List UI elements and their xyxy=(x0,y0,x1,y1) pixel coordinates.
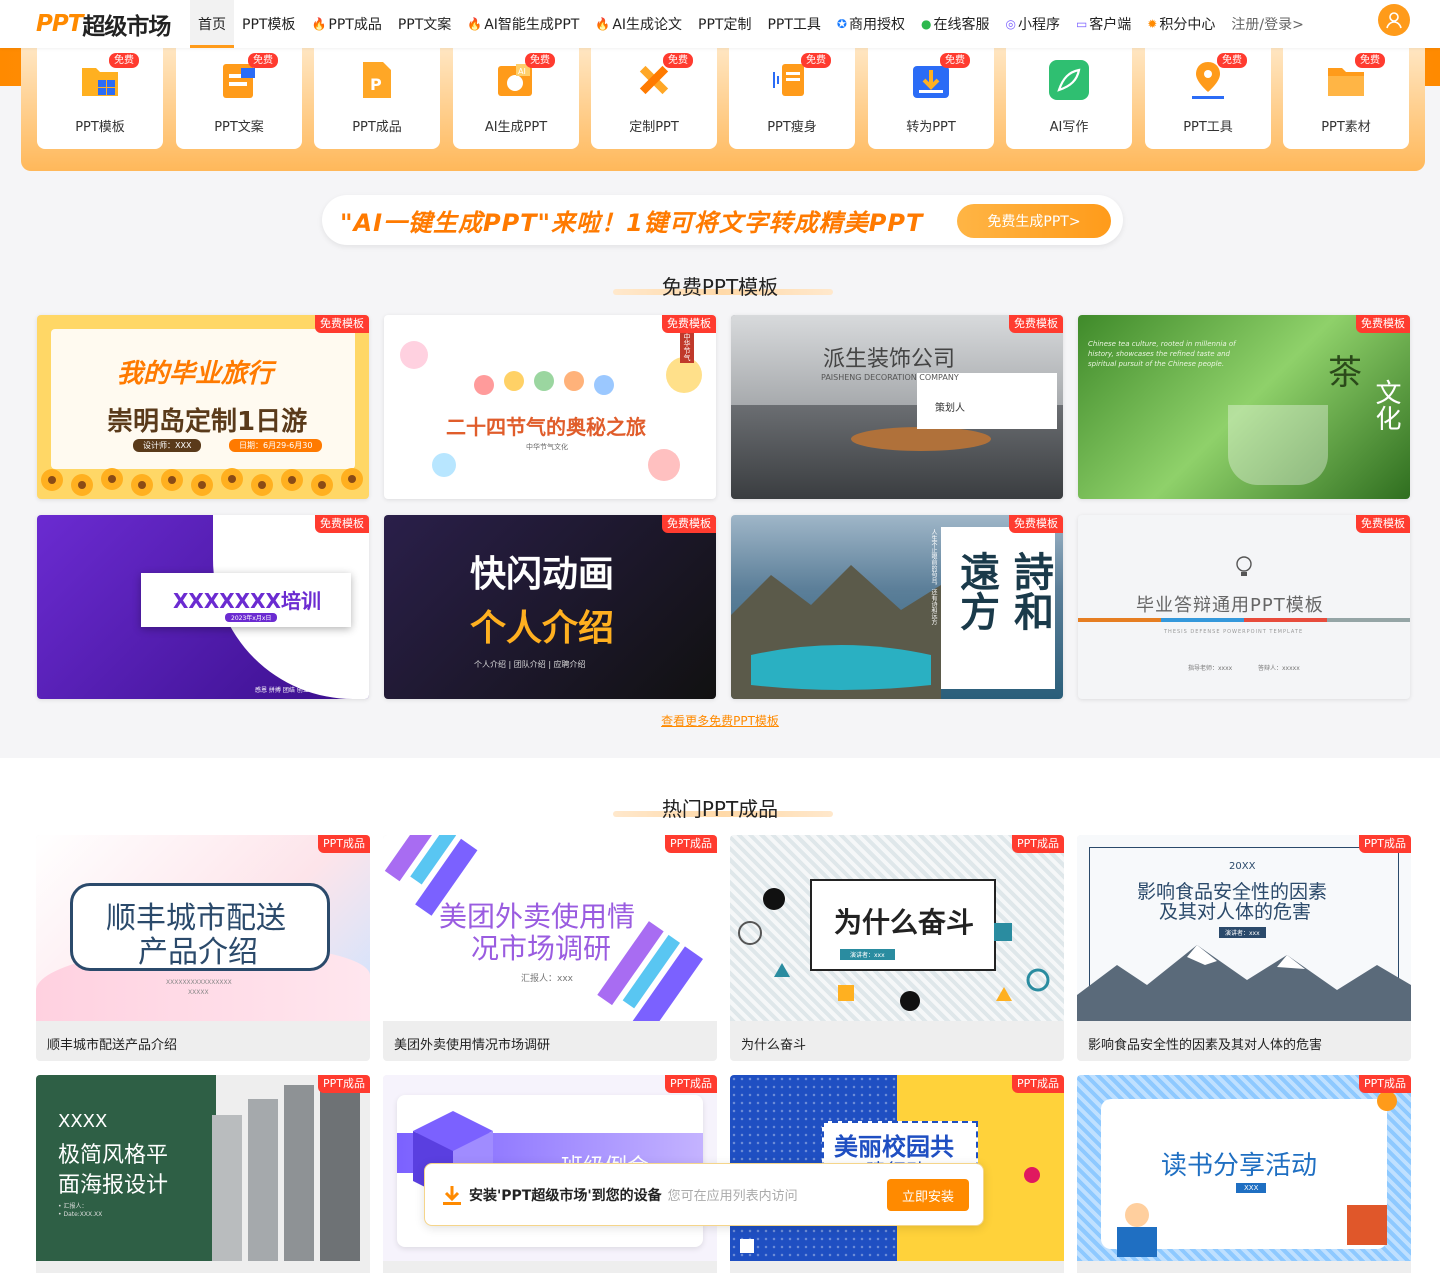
nav-item-ai-paper[interactable]: 🔥 AI生成论文 xyxy=(587,0,690,48)
category-ppt-tools[interactable]: 免费 PPT工具 xyxy=(1145,48,1271,149)
nav-item-ppt-products[interactable]: 🔥 PPT成品 xyxy=(303,0,389,48)
reading-kids-illustration xyxy=(1117,1091,1397,1257)
category-ppt-templates[interactable]: 免费 PPT模板 xyxy=(37,48,163,149)
product-badge: PPT成品 xyxy=(1359,835,1411,853)
category-convert-ppt[interactable]: 免费 转为PPT xyxy=(868,48,994,149)
template-card[interactable]: 免费模板 Chinese tea culture, rooted in mill… xyxy=(1078,315,1410,499)
template-card[interactable]: 免费模板 詩和 遠方 人生不止眼前的苟且，还有诗和远方 xyxy=(731,515,1063,699)
install-now-button[interactable]: 立即安装 xyxy=(887,1179,969,1211)
free-template-badge: 免费模板 xyxy=(1009,315,1063,333)
lightbulb-icon xyxy=(1234,555,1254,579)
free-badge: 免费 xyxy=(525,53,555,68)
product-card[interactable]: 顺丰城市配送 产品介绍 XXXXXXXXXXXXXXXX XXXXX PPT成品… xyxy=(36,835,370,1061)
ai-ppt-banner[interactable]: "AI一键生成PPT"来啦！1键可将文字转成精美PPT 免费生成PPT> xyxy=(322,195,1123,245)
template-card[interactable]: 免费模板 快闪动画 个人介绍 个人介绍 | 团队介绍 | 应聘介绍 xyxy=(384,515,716,699)
nav-item-ppt-templates[interactable]: PPT模板 xyxy=(234,0,303,48)
user-avatar-icon[interactable] xyxy=(1378,4,1410,36)
template-card[interactable]: 免费模板 二十四节气的奥秘之旅 中华节气文化 中华节气 xyxy=(384,315,716,499)
nav-item-ai-ppt[interactable]: 🔥 AI智能生成PPT xyxy=(459,0,587,48)
template-card[interactable]: 免费模板 派生装饰公司 PAISHENG DECORATION COMPANY … xyxy=(731,315,1063,499)
svg-text:AI: AI xyxy=(518,67,526,76)
nav-item-home[interactable]: 首页 xyxy=(190,0,234,48)
free-template-badge: 免费模板 xyxy=(1009,515,1063,533)
nav-menu: 首页 PPT模板 🔥 PPT成品 PPT文案 🔥 AI智能生成PPT 🔥 AI生成论文… xyxy=(190,0,1312,48)
free-generate-button[interactable]: 免费生成PPT> xyxy=(957,204,1111,238)
nav-item-commercial-license[interactable]: ✪ 商用授权 xyxy=(829,0,913,48)
product-badge: PPT成品 xyxy=(665,1075,717,1093)
free-section-title: 免费PPT模板 xyxy=(661,275,779,299)
free-badge: 免费 xyxy=(940,53,970,68)
monitor-icon: ▭ xyxy=(1075,17,1088,31)
free-badge: 免费 xyxy=(801,53,831,68)
svg-text:P: P xyxy=(370,75,382,94)
sun-icon: ✹ xyxy=(1147,17,1158,31)
chat-icon: ● xyxy=(920,17,932,31)
category-custom-ppt[interactable]: 免费 定制PPT xyxy=(591,48,717,149)
template-card[interactable]: 免费模板 毕业答辩通用PPT模板 THESIS DEFENSE POWERPOI… xyxy=(1078,515,1410,699)
product-badge: PPT成品 xyxy=(665,835,717,853)
product-card[interactable]: 为什么奋斗 演讲者：xxx PPT成品 为什么奋斗 xyxy=(730,835,1064,1061)
category-ai-ppt[interactable]: AI 免费 AI生成PPT xyxy=(453,48,579,149)
product-card[interactable]: 美团外卖使用情 况市场调研 汇报人：xxx PPT成品 美团外卖使用情况市场调研 xyxy=(383,835,717,1061)
free-template-badge: 免费模板 xyxy=(315,515,369,533)
site-logo[interactable]: PPT 超级市场 xyxy=(0,0,190,48)
free-badge: 免费 xyxy=(248,53,278,68)
nav-item-ppt-custom[interactable]: PPT定制 xyxy=(690,0,759,48)
more-free-templates-link[interactable]: 查看更多免费PPT模板 xyxy=(0,712,1440,729)
fire-icon: 🔥 xyxy=(595,17,611,31)
confetti-decoration xyxy=(400,341,702,481)
template-card[interactable]: 免费模板 XXXXXXX培训 2023年x月x日 感恩 拼搏 团结 创业 企圈心 xyxy=(37,515,369,699)
free-template-badge: 免费模板 xyxy=(1356,515,1410,533)
category-strip: 免费 PPT模板 免费 PPT文案 P PPT成品 AI 免费 AI生成PPT … xyxy=(21,48,1425,171)
snow-mountain-image xyxy=(1077,945,1411,1021)
nav-item-ppt-copy[interactable]: PPT文案 xyxy=(390,0,459,48)
login-register-link[interactable]: 注册/登录> xyxy=(1223,0,1311,48)
flower-decoration xyxy=(41,468,363,496)
product-title: 为什么奋斗 xyxy=(741,1038,807,1053)
category-ppt-products[interactable]: P PPT成品 xyxy=(314,48,440,149)
free-template-badge: 免费模板 xyxy=(1356,315,1410,333)
hot-section-title: 热门PPT成品 xyxy=(661,797,779,821)
category-ppt-materials[interactable]: 免费 PPT素材 xyxy=(1283,48,1409,149)
mountain-lake-image xyxy=(731,565,941,699)
template-card[interactable]: 免费模板 我的毕业旅行 崇明岛定制1日游 设计师：XXX 日期：6月29-6月3… xyxy=(37,315,369,499)
category-ppt-copy[interactable]: 免费 PPT文案 xyxy=(176,48,302,149)
nav-item-online-service[interactable]: ● 在线客服 xyxy=(913,0,997,48)
product-badge: PPT成品 xyxy=(318,1075,370,1093)
product-title: 影响食品安全性的因素及其对人体的危害 xyxy=(1088,1038,1323,1053)
category-ai-writing[interactable]: AI写作 xyxy=(1006,48,1132,149)
product-badge: PPT成品 xyxy=(318,835,370,853)
install-app-prompt: 安装'PPT超级市场'到您的设备 您可在应用列表内访问 立即安装 xyxy=(424,1163,984,1226)
free-template-badge: 免费模板 xyxy=(315,315,369,333)
miniprogram-icon: ◎ xyxy=(1005,17,1016,31)
fire-icon: 🔥 xyxy=(311,17,327,31)
geometric-shapes xyxy=(738,888,1050,1011)
product-badge: PPT成品 xyxy=(1012,835,1064,853)
product-card[interactable]: 20XX 影响食品安全性的因素 及其对人体的危害 演讲者：xxx PPT成品 影… xyxy=(1077,835,1411,1061)
product-title: 顺丰城市配送产品介绍 xyxy=(47,1038,178,1053)
free-badge: 免费 xyxy=(663,53,693,68)
free-badge: 免费 xyxy=(1355,53,1385,68)
nav-item-client[interactable]: ▭ 客户端 xyxy=(1068,0,1139,48)
product-card[interactable]: XXXX 极简风格平 面海报设计 • 汇报人： • Date:XXX.XX PP… xyxy=(36,1075,370,1273)
product-badge: PPT成品 xyxy=(1012,1075,1064,1093)
download-icon xyxy=(441,1184,463,1206)
category-ppt-slim[interactable]: 免费 PPT瘦身 xyxy=(729,48,855,149)
product-card[interactable]: 读书分享活动 XXX PPT成品 xyxy=(1077,1075,1411,1273)
nav-item-ppt-tools[interactable]: PPT工具 xyxy=(759,0,828,48)
product-badge: PPT成品 xyxy=(1359,1075,1411,1093)
free-template-badge: 免费模板 xyxy=(662,515,716,533)
feather-icon xyxy=(1047,58,1091,102)
product-title: 美团外卖使用情况市场调研 xyxy=(394,1038,551,1053)
free-badge: 免费 xyxy=(109,53,139,68)
nav-item-points-center[interactable]: ✹ 积分中心 xyxy=(1139,0,1223,48)
ppt-file-icon: P xyxy=(355,58,399,102)
verified-icon: ✪ xyxy=(836,17,847,31)
nav-item-miniprogram[interactable]: ◎ 小程序 xyxy=(997,0,1067,48)
top-navbar: PPT 超级市场 首页 PPT模板 🔥 PPT成品 PPT文案 🔥 AI智能生成PPT… xyxy=(0,0,1440,48)
free-template-badge: 免费模板 xyxy=(662,315,716,333)
free-badge: 免费 xyxy=(1217,53,1247,68)
fire-icon: 🔥 xyxy=(467,17,483,31)
